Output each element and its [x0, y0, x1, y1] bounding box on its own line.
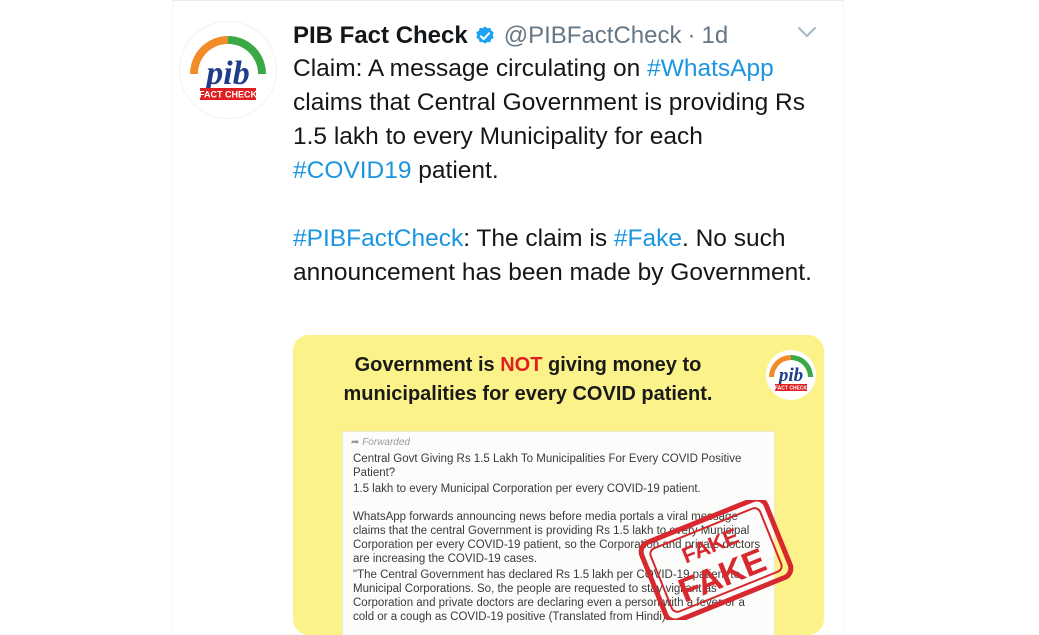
tweet-paragraph-claim: Claim: A message circulating on #WhatsAp…	[293, 52, 823, 188]
message-line-1: Central Govt Giving Rs 1.5 Lakh To Munic…	[353, 453, 742, 479]
fake-stamp-icon: FAKE FAKE	[638, 500, 794, 620]
timeline-divider	[172, 0, 844, 1]
timeline-border-left	[172, 0, 173, 630]
tweet-header: PIB Fact Check @PIBFactCheck · 1d	[293, 18, 728, 54]
hashtag-pibfactcheck[interactable]: #PIBFactCheck	[293, 225, 463, 252]
separator-dot: ·	[687, 22, 696, 49]
tweet-timestamp[interactable]: 1d	[701, 22, 728, 50]
headline-part-a: Government is	[354, 354, 501, 376]
hashtag-covid19[interactable]: #COVID19	[293, 157, 411, 184]
chevron-down-icon[interactable]	[796, 24, 818, 45]
media-logo-text: pib	[777, 365, 803, 386]
author-name[interactable]: PIB Fact Check	[293, 22, 468, 50]
verdict-text-a: : The claim is	[463, 225, 614, 252]
forwarded-text: Forwarded	[362, 437, 410, 448]
headline-not: NOT	[500, 354, 543, 376]
verified-badge-icon	[474, 25, 496, 47]
hashtag-fake[interactable]: #Fake	[614, 225, 682, 252]
tweet-paragraph-verdict: #PIBFactCheck: The claim is #Fake. No su…	[293, 222, 823, 290]
author-handle[interactable]: @PIBFactCheck	[504, 22, 682, 50]
message-line-2: 1.5 lakh to every Municipal Corporation …	[353, 483, 701, 495]
pib-fact-check-logo: pib FACT CHECK	[190, 36, 266, 104]
media-pib-logo: pib FACT CHECK	[763, 349, 819, 401]
claim-text-c: patient.	[411, 157, 499, 184]
avatar-logo-text: pib	[203, 55, 249, 92]
media-headline: Government is NOT giving money to munici…	[293, 351, 763, 409]
timeline-border-right	[843, 0, 844, 630]
tweet-text: Claim: A message circulating on #WhatsAp…	[293, 52, 823, 290]
media-badge-text: FACT CHECK	[775, 386, 808, 392]
claim-text-a: Claim: A message circulating on	[293, 55, 648, 82]
tweet-media-image[interactable]: Government is NOT giving money to munici…	[293, 335, 824, 635]
forwarded-label: ➦ Forwarded	[351, 437, 410, 448]
hashtag-whatsapp[interactable]: #WhatsApp	[647, 55, 774, 82]
claim-text-b: claims that Central Government is provid…	[293, 89, 805, 150]
avatar[interactable]: pib FACT CHECK	[180, 22, 276, 118]
avatar-badge-text: FACT CHECK	[199, 90, 257, 100]
